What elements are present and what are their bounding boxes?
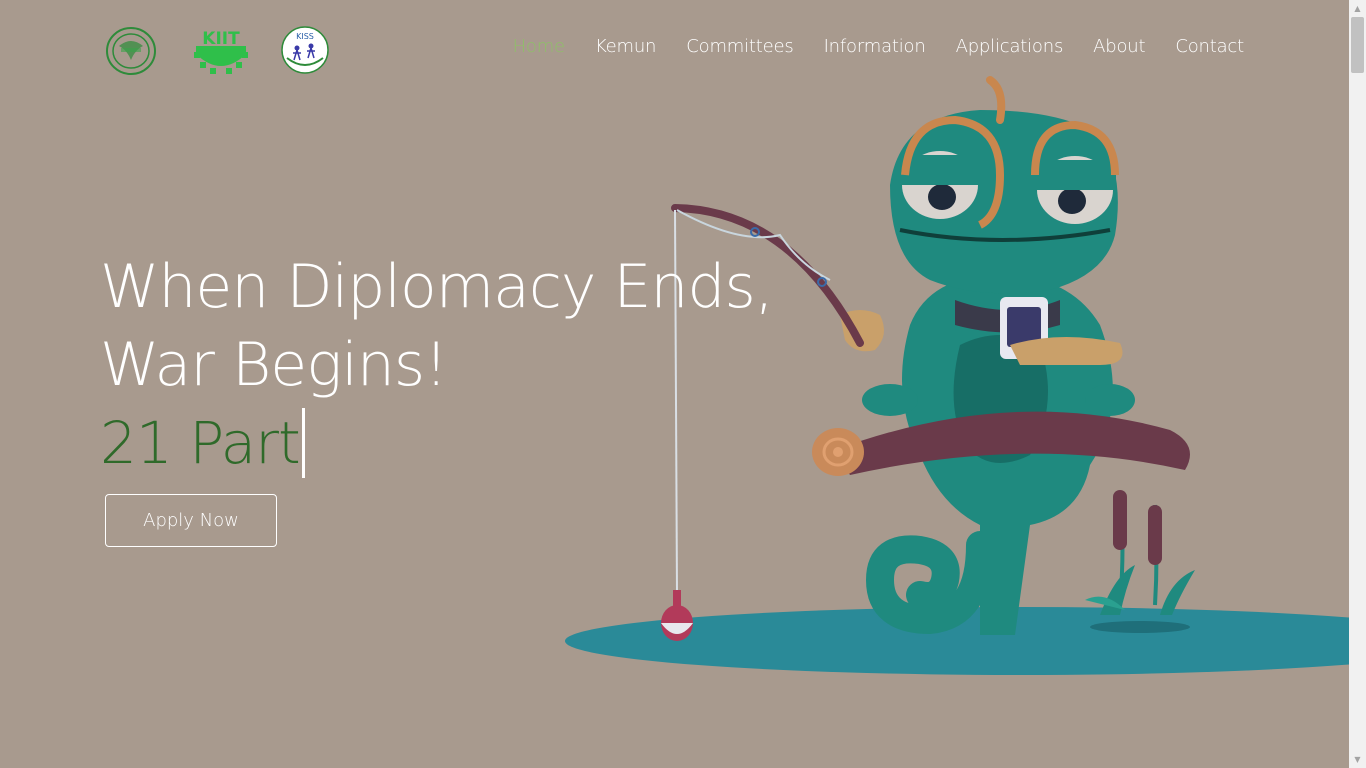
hero-title-line2: War Begins! [100, 330, 448, 400]
kiss-logo-text: KISS [296, 32, 314, 41]
typed-text: 21 Part [100, 404, 773, 482]
typing-cursor [301, 408, 305, 478]
nav-item-committees[interactable]: Committees [686, 36, 793, 57]
nav-item-contact[interactable]: Contact [1175, 36, 1244, 57]
main-nav: Home Kemun Committees Information Applic… [483, 36, 1245, 57]
nav-item-home[interactable]: Home [513, 36, 566, 57]
kiit-logo[interactable]: KIIT [188, 26, 254, 76]
typed-text-value: 21 Part [100, 409, 301, 477]
scroll-thumb[interactable] [1351, 17, 1364, 73]
hero-title-line1: When Diplomacy Ends, [100, 252, 774, 322]
page-scrollbar[interactable]: ▲ ▼ [1349, 0, 1366, 768]
nav-item-applications[interactable]: Applications [956, 36, 1064, 57]
hero-section: When Diplomacy Ends, War Begins! 21 Part [100, 248, 774, 482]
nav-item-about[interactable]: About [1093, 36, 1145, 57]
scroll-down-arrow-icon[interactable]: ▼ [1349, 751, 1366, 768]
scroll-up-arrow-icon[interactable]: ▲ [1349, 0, 1366, 17]
nav-item-kemun[interactable]: Kemun [595, 36, 657, 57]
nav-item-information[interactable]: Information [824, 36, 926, 57]
kiit-logo-text: KIIT [202, 29, 240, 49]
kiss-logo[interactable]: KISS [281, 26, 329, 74]
page: KIIT KISS Home Kemun Committees Informat… [0, 0, 1349, 768]
apply-now-button[interactable]: Apply Now [105, 494, 277, 547]
kemun-seal-logo[interactable] [105, 26, 157, 76]
